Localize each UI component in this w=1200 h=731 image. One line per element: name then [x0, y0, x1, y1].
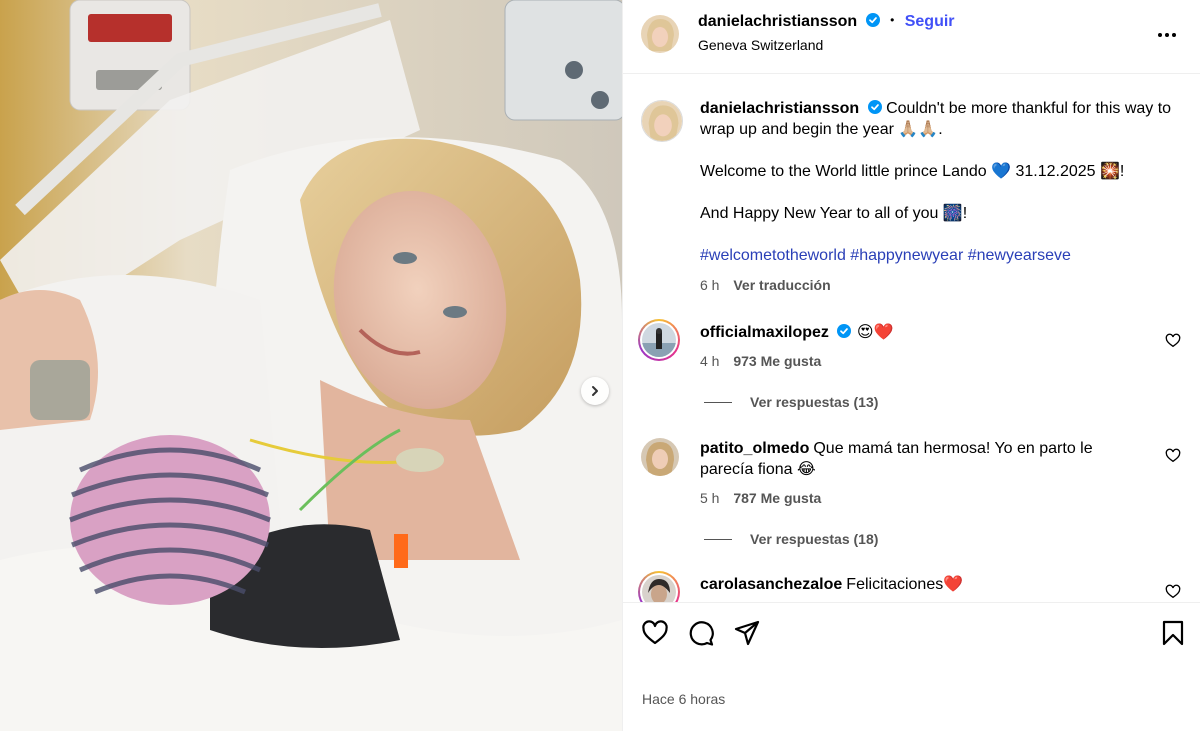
next-photo-button[interactable] — [581, 377, 609, 405]
like-heart-icon[interactable] — [641, 619, 669, 647]
commenter-avatar[interactable] — [638, 571, 680, 602]
post-location[interactable]: Geneva Switzerland — [698, 37, 823, 53]
heart-icon[interactable] — [1165, 448, 1181, 464]
share-icon[interactable] — [733, 619, 761, 647]
post-actions-bar — [623, 602, 1200, 662]
commenter-avatar[interactable] — [641, 438, 679, 476]
commenter-avatar[interactable] — [638, 319, 680, 361]
post-panel: danielachristiansson • Seguir Geneva Swi… — [622, 0, 1200, 731]
caption-time: 6 h — [700, 277, 720, 293]
posted-time: Hace 6 horas — [642, 691, 726, 707]
verified-badge-icon — [836, 324, 851, 338]
caption-text-line2: Welcome to the World little prince Lando… — [700, 163, 1125, 180]
caption-author-avatar[interactable] — [641, 100, 683, 142]
verified-badge-icon — [865, 13, 880, 27]
follow-button[interactable]: Seguir — [905, 13, 955, 30]
comments-scroll-area[interactable]: danielachristiansson Couldn't be more th… — [623, 74, 1200, 602]
separator-dot: • — [890, 13, 895, 27]
author-avatar[interactable] — [641, 15, 679, 53]
comment-icon[interactable] — [687, 619, 715, 647]
view-replies-button[interactable]: Ver respuestas (18) — [704, 531, 878, 547]
bookmark-icon[interactable] — [1159, 619, 1187, 647]
heart-icon[interactable] — [1165, 333, 1181, 349]
comment-likes[interactable]: 973 Me gusta — [733, 353, 821, 369]
post-photo[interactable] — [0, 0, 622, 731]
translate-link[interactable]: Ver traducción — [733, 277, 830, 293]
comment-time: 4 h — [700, 353, 720, 369]
comment-likes[interactable]: 787 Me gusta — [733, 490, 821, 506]
comment-time: 5 h — [700, 490, 720, 506]
caption-text-line3: And Happy New Year to all of you 🎆! — [700, 205, 968, 222]
post-header: danielachristiansson • Seguir Geneva Swi… — [623, 0, 1200, 74]
caption-username[interactable]: danielachristiansson — [700, 100, 859, 117]
author-username[interactable]: danielachristiansson — [698, 13, 857, 30]
caption-hashtags[interactable]: #welcometotheworld #happynewyear #newyea… — [700, 245, 1180, 266]
comment-username[interactable]: patito_olmedo — [700, 440, 809, 457]
chevron-right-icon — [592, 386, 598, 396]
comment-username[interactable]: officialmaxilopez — [700, 324, 829, 341]
comment-username[interactable]: carolasanchezaloe — [700, 576, 842, 593]
post-image — [0, 0, 622, 731]
verified-badge-icon — [867, 100, 882, 114]
comment-text: Felicitaciones❤️ — [846, 576, 964, 593]
comment-text: 😍❤️ — [856, 324, 894, 341]
heart-icon[interactable] — [1165, 584, 1181, 600]
view-replies-button[interactable]: Ver respuestas (13) — [704, 394, 878, 410]
more-options-icon[interactable] — [1156, 24, 1178, 46]
